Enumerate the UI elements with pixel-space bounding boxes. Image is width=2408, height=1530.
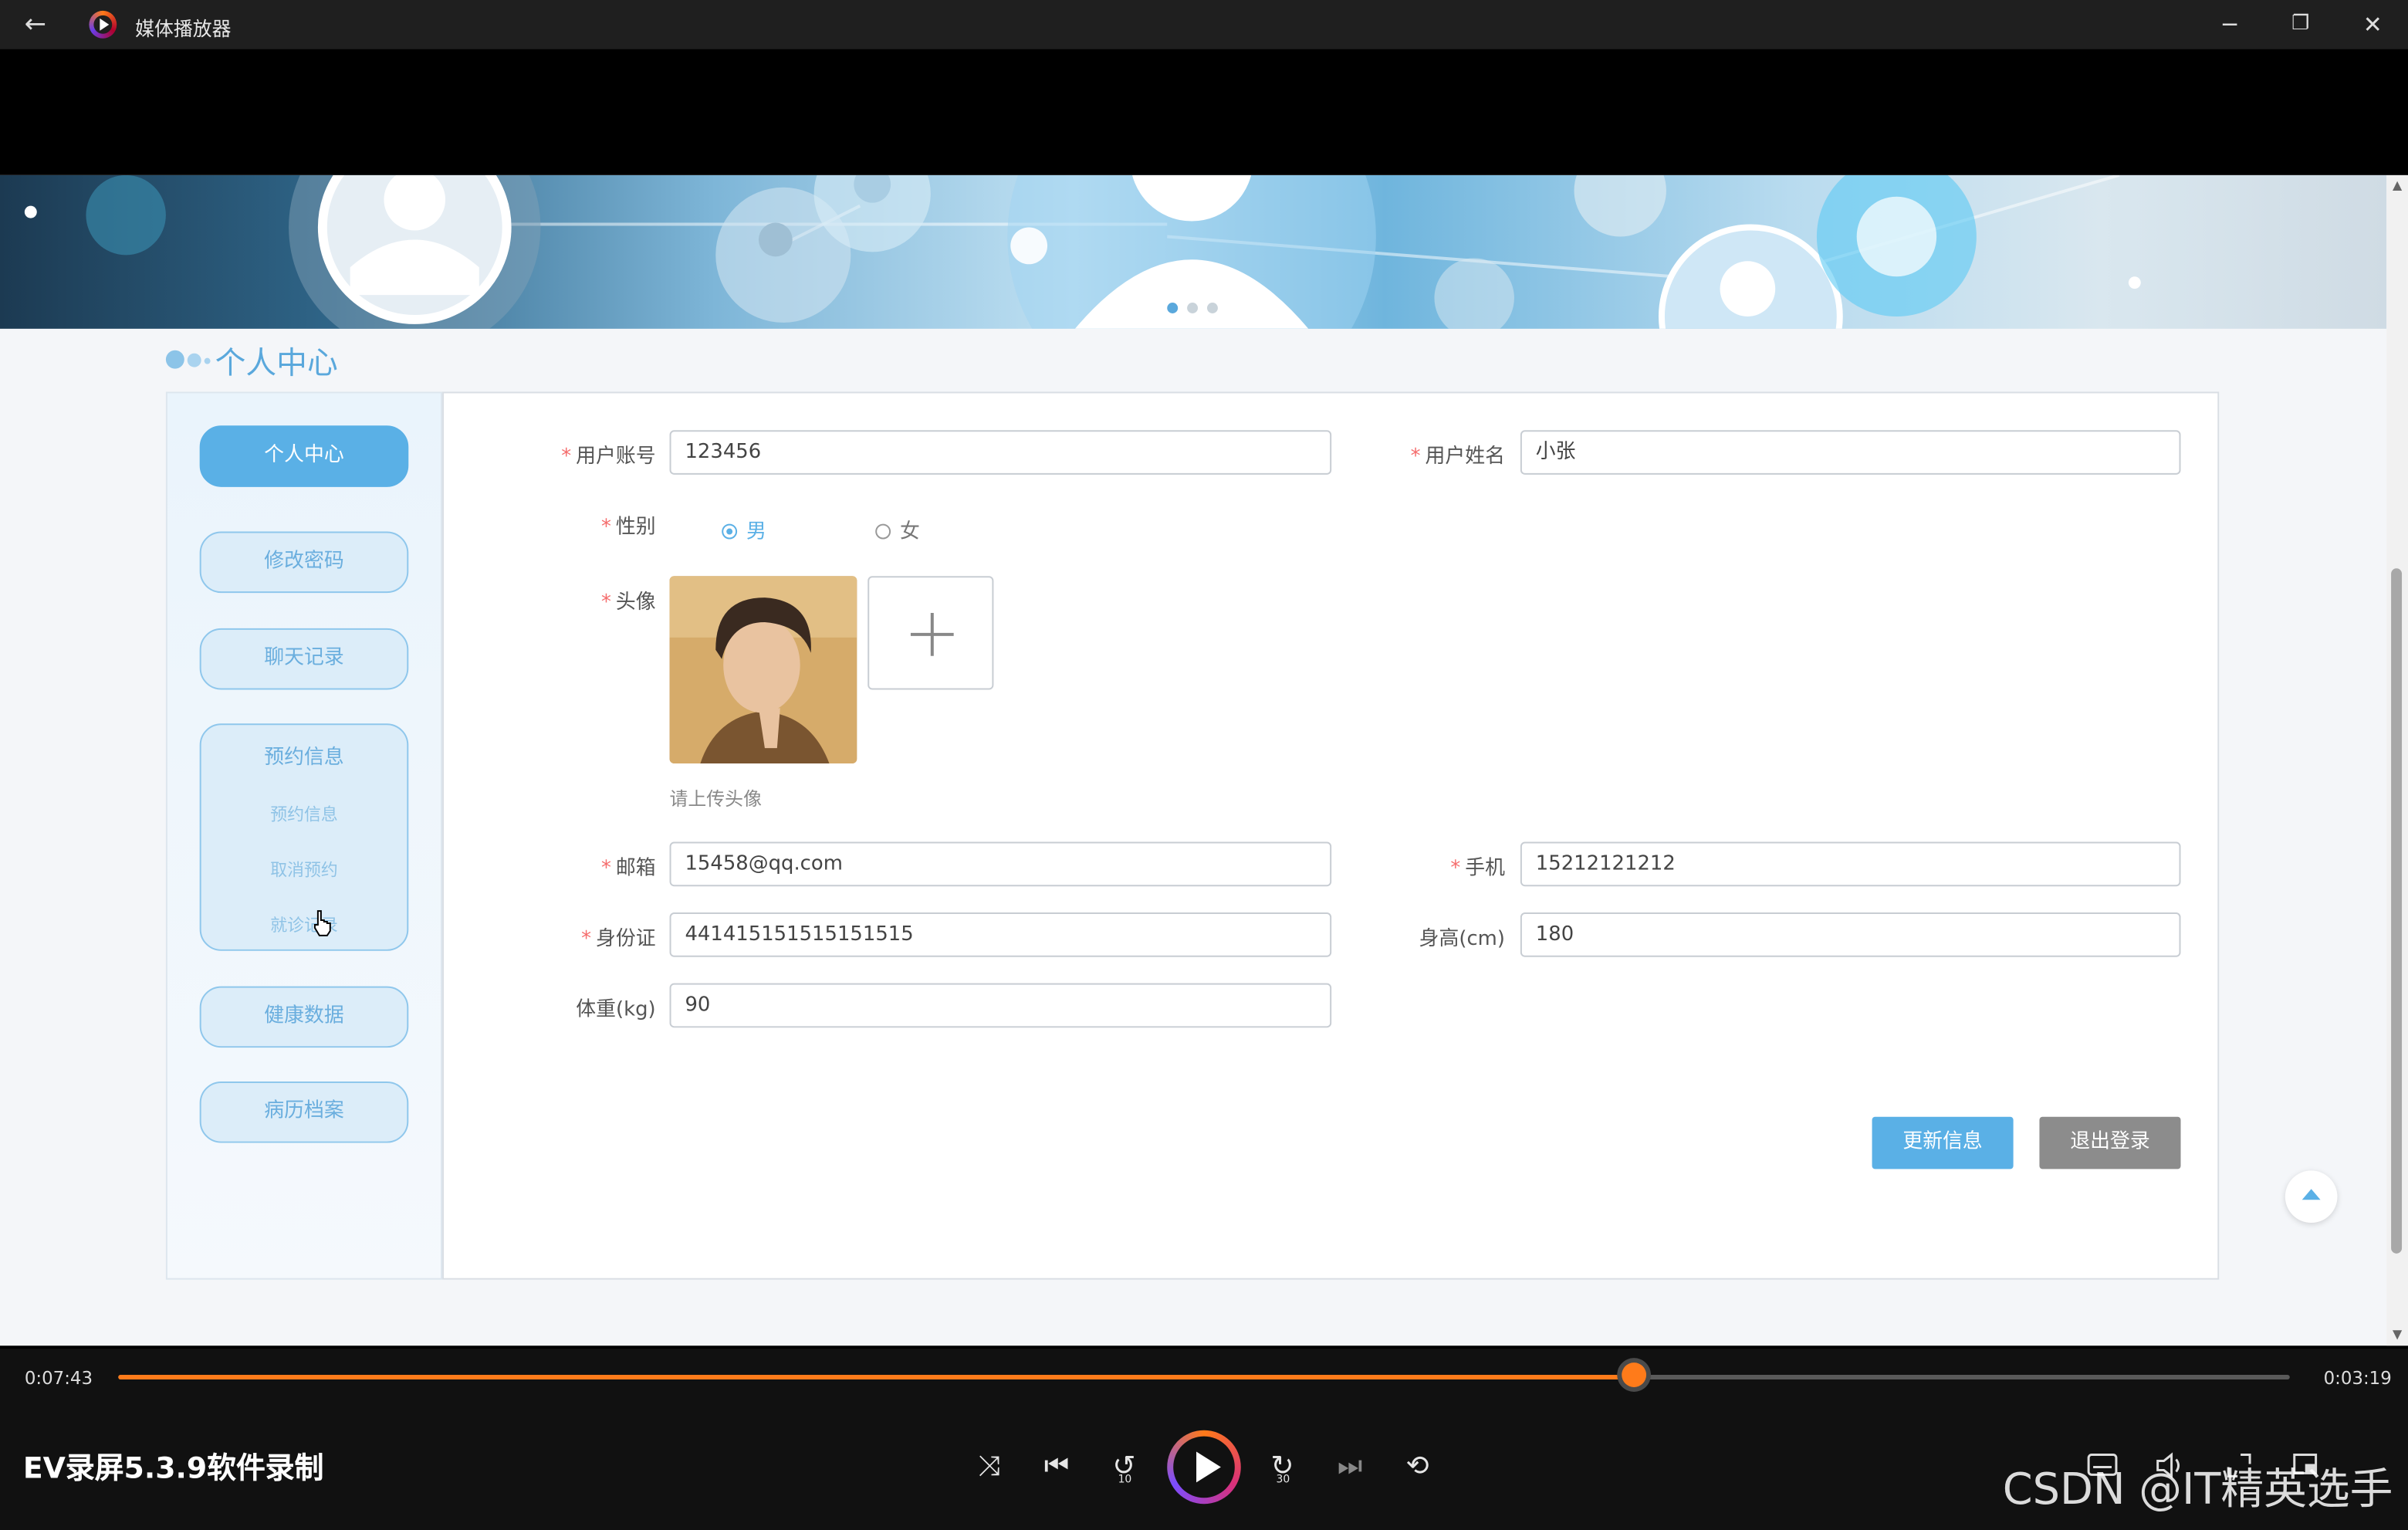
arrow-up-icon [2301, 1189, 2321, 1200]
app-logo-icon [89, 10, 117, 39]
scroll-thumb[interactable] [2391, 568, 2403, 1254]
carousel-dot-2[interactable] [1187, 303, 1199, 313]
avatar-label: * 头像 [600, 591, 656, 614]
radio-checked-icon [722, 523, 738, 540]
media-title: EV录屏5.3.9软件录制 [22, 1451, 324, 1486]
account-label: * 用户账号 [561, 445, 656, 469]
height-input[interactable]: 180 [1520, 912, 2181, 957]
shuffle-icon[interactable]: ⤨ [969, 1447, 1010, 1488]
back-icon[interactable]: ← [19, 9, 52, 40]
carousel-dot-1[interactable] [1167, 303, 1179, 313]
hand-cursor-icon [313, 910, 331, 936]
weight-input[interactable]: 90 [669, 983, 1332, 1028]
play-button[interactable] [1167, 1430, 1241, 1505]
profile-form-panel: * 用户账号 123456 * 用户姓名 小张 * 性别 男 女 * 头像 请上… [442, 391, 2220, 1280]
sidebar-menu: 个人中心 修改密码 聊天记录 预约信息 预约信息 取消预约 就诊记录 健康数据 … [165, 391, 443, 1280]
media-player-window: ← 媒体播放器 ─ ❐ ✕ 个人中心 个人中心 修改密码 聊天记录 预约信息 预… [0, 0, 2408, 1530]
weight-label: 体重(kg) [576, 998, 656, 1022]
phone-input[interactable]: 15212121212 [1520, 841, 2181, 887]
back-to-top-button[interactable] [2285, 1170, 2338, 1224]
avatar-image[interactable] [669, 576, 857, 764]
avatar-upload-button[interactable] [867, 576, 994, 690]
video-frame-webpage: 个人中心 个人中心 修改密码 聊天记录 预约信息 预约信息 取消预约 就诊记录 … [0, 174, 2408, 1346]
forward-30-icon[interactable]: ↻ 30 [1263, 1447, 1303, 1488]
logout-button[interactable]: 退出登录 [2039, 1116, 2181, 1170]
update-info-button[interactable]: 更新信息 [1872, 1116, 2014, 1170]
seek-bar[interactable] [118, 1375, 2290, 1380]
email-label: * 邮箱 [600, 857, 656, 881]
email-input[interactable]: 15458@qq.com [669, 841, 1332, 887]
sidebar-subitem-appointment-info[interactable]: 预约信息 [201, 802, 408, 827]
id-card-label: * 身份证 [581, 927, 656, 951]
elapsed-time: 0:07:43 [24, 1367, 93, 1389]
minimize-button[interactable]: ─ [2207, 6, 2253, 43]
sidebar-item-medical-records[interactable]: 病历档案 [199, 1081, 409, 1143]
rewind-10-icon[interactable]: ↺ 10 [1104, 1447, 1145, 1488]
carousel-dot-3[interactable] [1206, 303, 1218, 313]
avatar-portrait [669, 576, 857, 764]
section-title: 个人中心 [215, 344, 338, 381]
previous-icon[interactable]: ⏮ [1037, 1447, 1077, 1488]
gender-radio-female[interactable]: 女 [875, 515, 920, 543]
sidebar-item-change-password[interactable]: 修改密码 [199, 531, 409, 594]
name-input[interactable]: 小张 [1520, 430, 2181, 475]
sidebar-group-label[interactable]: 预约信息 [201, 740, 408, 770]
height-label: 身高(cm) [1419, 927, 1506, 951]
close-button[interactable]: ✕ [2349, 6, 2396, 43]
sidebar-group-appointments: 预约信息 预约信息 取消预约 就诊记录 [199, 723, 409, 951]
name-label: * 用户姓名 [1410, 445, 1506, 469]
title-bar: ← 媒体播放器 ─ ❐ ✕ [0, 0, 2408, 49]
account-input[interactable]: 123456 [669, 430, 1332, 475]
seek-bar-progress [118, 1375, 1635, 1380]
page-scrollbar[interactable]: ▲ ▼ [2386, 174, 2408, 1346]
avatar-hint: 请上传头像 [669, 787, 762, 810]
seek-thumb[interactable] [1622, 1362, 1647, 1387]
remaining-time: 0:03:19 [2323, 1367, 2392, 1389]
sidebar-item-health-data[interactable]: 健康数据 [199, 986, 409, 1048]
restore-button[interactable]: ❐ [2278, 6, 2324, 43]
player-controls: 0:07:43 0:03:19 EV录屏5.3.9软件录制 ⤨ ⏮ ↺ 10 ↻ 3… [0, 1349, 2408, 1530]
scroll-up-arrow-icon[interactable]: ▲ [2389, 178, 2405, 194]
gender-label: * 性别 [600, 516, 656, 540]
next-icon[interactable]: ⏭ [1330, 1447, 1370, 1488]
radio-unchecked-icon [875, 523, 891, 540]
sidebar-subitem-visit-records[interactable]: 就诊记录 [201, 912, 408, 937]
csdn-watermark: CSDN @IT精英选手 [2002, 1464, 2393, 1515]
sidebar-item-chat-records[interactable]: 聊天记录 [199, 628, 409, 690]
sidebar-item-personal-center[interactable]: 个人中心 [199, 425, 409, 487]
window-title: 媒体播放器 [135, 16, 232, 40]
sidebar-subitem-cancel-appointment[interactable]: 取消预约 [201, 857, 408, 882]
scroll-down-arrow-icon[interactable]: ▼ [2389, 1327, 2405, 1342]
play-icon [1196, 1451, 1221, 1483]
repeat-icon[interactable]: ⟲ [1398, 1447, 1438, 1488]
banner-image [0, 174, 2387, 329]
phone-label: * 手机 [1450, 857, 1506, 881]
id-card-input[interactable]: 441415151515151515 [669, 912, 1332, 957]
gender-radio-male[interactable]: 男 [722, 515, 766, 543]
